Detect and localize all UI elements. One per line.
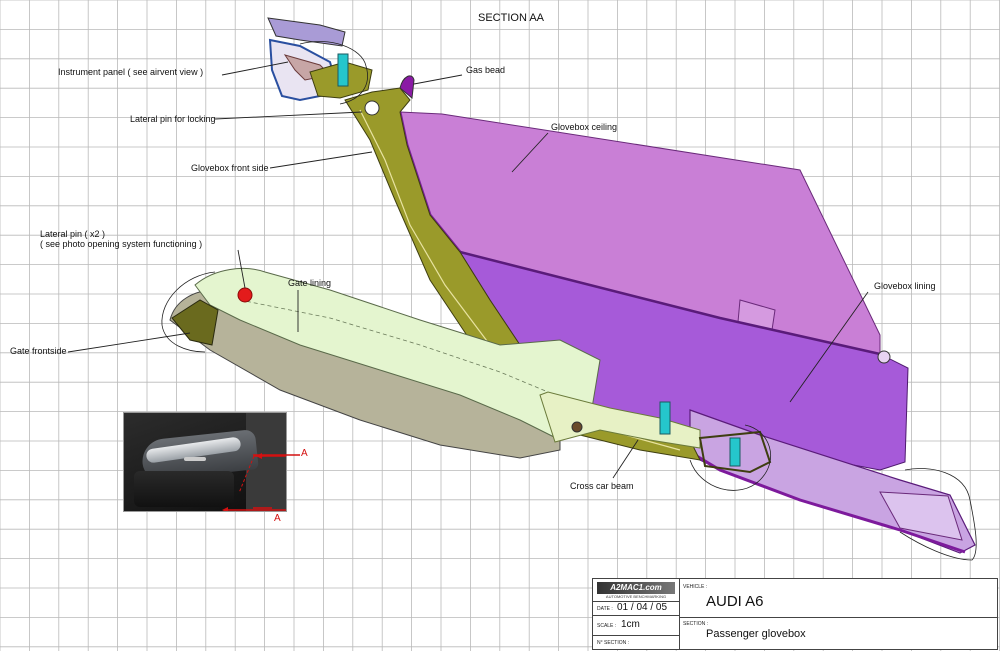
- company-tagline: AUTOMOTIVE BENCHMARKING: [605, 594, 667, 599]
- photo-inset: [123, 412, 287, 512]
- section-number-label: N° SECTION :: [597, 640, 630, 646]
- label-glovebox-ceiling: Glovebox ceiling: [551, 122, 617, 132]
- title-block-left: A2MAC1.com AUTOMOTIVE BENCHMARKING DATE …: [593, 579, 680, 649]
- date-value: 01 / 04 / 05: [617, 602, 668, 613]
- label-gate-lining: Gate lining: [288, 278, 331, 288]
- section-label: SECTION :: [683, 621, 709, 627]
- right-screw-icon: [729, 437, 741, 467]
- label-gate-frontside: Gate frontside: [10, 346, 67, 356]
- title-block: A2MAC1.com AUTOMOTIVE BENCHMARKING DATE …: [592, 578, 998, 650]
- section-title: SECTION AA: [478, 12, 545, 24]
- date-label: DATE :: [597, 606, 613, 612]
- section-drawing: SECTION AA Instrument panel (see airven…: [10, 12, 977, 561]
- tb-divider-2: [593, 615, 679, 616]
- company-logo: A2MAC1.com: [597, 582, 675, 594]
- label-lateral-pin-x2-note: ( see photo opening system functioning ): [40, 239, 202, 249]
- mid-screw-icon: [659, 401, 671, 435]
- section-marker-overlay: [222, 453, 286, 511]
- lining-clip: [877, 350, 891, 364]
- cross-car-beam-marker: [571, 421, 583, 433]
- scale-value: 1cm: [621, 619, 640, 630]
- vehicle-value: AUDI A6: [706, 593, 764, 610]
- label-instrument-panel: Instrument panel ( see airvent view ): [58, 67, 203, 77]
- label-glovebox-lining: Glovebox lining: [874, 281, 936, 291]
- lateral-pin-locking-marker: [364, 100, 380, 116]
- label-lateral-pin-x2: Lateral pin ( x2 ): [40, 229, 105, 239]
- label-cross-car-beam: Cross car beam: [570, 481, 634, 491]
- vehicle-label: VEHICLE :: [683, 584, 708, 590]
- top-screw-icon: [337, 53, 349, 87]
- label-gas-bead: Gas bead: [466, 65, 505, 75]
- title-block-right: VEHICLE : AUDI A6 SECTION : Passenger gl…: [679, 579, 997, 649]
- label-glovebox-front-side: Glovebox front side: [191, 163, 269, 173]
- lateral-pin-red: [237, 287, 253, 303]
- section-value: Passenger glovebox: [706, 628, 806, 640]
- label-lateral-pin-locking: Lateral pin for locking: [130, 114, 216, 124]
- tb-divider-3: [593, 635, 679, 636]
- tb-divider-right: [679, 617, 997, 618]
- scale-label: SCALE :: [597, 623, 617, 629]
